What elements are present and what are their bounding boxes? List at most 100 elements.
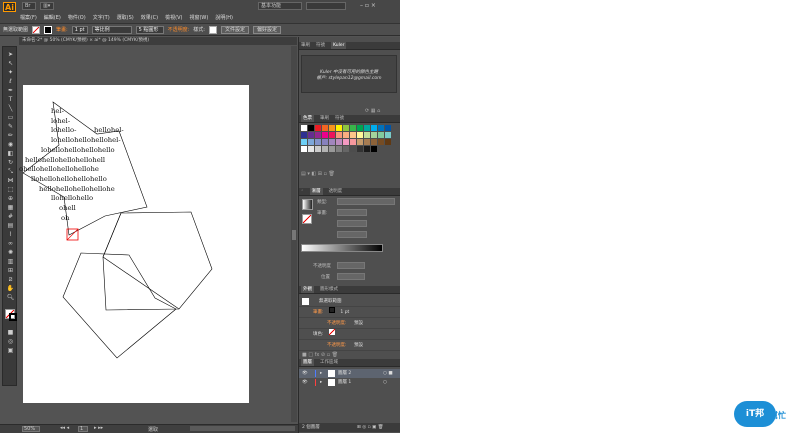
color-swatch[interactable]	[343, 146, 349, 152]
shape-builder-tool-icon[interactable]: ⊕	[5, 195, 16, 202]
color-swatch[interactable]	[364, 132, 370, 138]
page-nav-first[interactable]: ◂◂ ◂	[60, 425, 69, 431]
workspace-switcher[interactable]: 基本功能	[258, 2, 302, 10]
rotate-tool-icon[interactable]: ↻	[5, 159, 16, 166]
color-swatch[interactable]	[308, 125, 314, 131]
color-swatch[interactable]	[329, 132, 335, 138]
gradient-tool-icon[interactable]: ▤	[5, 222, 16, 229]
color-swatch[interactable]	[343, 139, 349, 145]
gradient-location-field[interactable]	[337, 273, 365, 280]
hand-tool-icon[interactable]: ✋	[5, 285, 16, 292]
color-swatch[interactable]	[329, 139, 335, 145]
color-swatch[interactable]	[364, 146, 370, 152]
color-swatch[interactable]	[315, 146, 321, 152]
appearance-row-stroke-opacity[interactable]: 不透明度: 預設	[299, 318, 400, 329]
expand-arrow-icon[interactable]: ▸	[320, 369, 322, 378]
mesh-tool-icon[interactable]: #	[5, 213, 16, 220]
rectangle-tool-icon[interactable]: ▭	[5, 114, 16, 121]
gradient-fill-swatch[interactable]	[302, 214, 312, 224]
layer-row[interactable]: 👁︎ ▸ 圖層 1 ○	[299, 378, 400, 387]
brush-dropdown[interactable]: 5 點圓形	[135, 25, 164, 34]
pencil-tool-icon[interactable]: ✏	[5, 132, 16, 139]
color-swatch[interactable]	[357, 146, 363, 152]
vertical-scroll-thumb[interactable]	[292, 230, 296, 240]
gradient-stroke-buttons[interactable]	[337, 209, 367, 216]
color-swatch[interactable]	[308, 139, 314, 145]
menu-file[interactable]: 檔案(F)	[20, 14, 37, 22]
stroke-label[interactable]: 筆畫:	[56, 26, 68, 33]
color-swatch[interactable]	[357, 125, 363, 131]
fill-swatch-icon[interactable]	[328, 329, 335, 335]
color-swatch[interactable]	[329, 125, 335, 131]
gradient-opacity-field[interactable]	[337, 262, 365, 269]
arrange-button[interactable]: ▥▾	[40, 2, 54, 10]
eye-icon[interactable]: 👁︎	[299, 371, 308, 376]
perspective-grid-tool-icon[interactable]: ▦	[5, 204, 16, 211]
color-swatch[interactable]	[350, 139, 356, 145]
appearance-footer-icons[interactable]: ■ □ fx ⊘ ▫ 🗑︎	[302, 352, 338, 358]
tab-transparency[interactable]: 透明度	[329, 188, 343, 195]
gradient-angle-field[interactable]	[337, 220, 367, 227]
stroke-weight-field[interactable]: 1 pt	[71, 25, 88, 34]
stroke-swatch-icon[interactable]	[328, 307, 335, 313]
stroke-profile-dropdown[interactable]: 等比例	[91, 25, 132, 34]
tab-swatches[interactable]: 色票	[301, 115, 314, 122]
gradient-slider[interactable]	[301, 244, 383, 252]
search-input[interactable]	[306, 2, 346, 10]
color-swatch[interactable]	[315, 132, 321, 138]
paintbrush-tool-icon[interactable]: ✎	[5, 123, 16, 130]
color-swatch[interactable]	[315, 139, 321, 145]
width-tool-icon[interactable]: ⋈	[5, 177, 16, 184]
page-field[interactable]: 1	[78, 426, 88, 432]
eraser-tool-icon[interactable]: ◧	[5, 150, 16, 157]
expand-arrow-icon[interactable]: ▸	[320, 378, 322, 387]
zoom-field[interactable]: 50%	[22, 426, 40, 432]
tab-graphic-styles[interactable]: 圖形樣式	[320, 286, 338, 293]
symbol-sprayer-tool-icon[interactable]: ✺	[5, 249, 16, 256]
hexagon-lower[interactable]	[62, 252, 177, 359]
scale-tool-icon[interactable]: ⤡	[5, 168, 16, 175]
tab-symbols-2[interactable]: 符號	[335, 115, 344, 122]
window-controls[interactable]: – ▫ ×	[360, 2, 376, 9]
layers-footer-icons[interactable]: ⊞ ◎ ▫ ▣ 🗑︎	[357, 423, 383, 432]
slice-tool-icon[interactable]: ⧄	[5, 276, 16, 283]
menu-type[interactable]: 文字(T)	[93, 14, 110, 22]
color-swatch[interactable]	[343, 132, 349, 138]
color-swatch[interactable]	[371, 146, 377, 152]
artboard-tool-icon[interactable]: ⊞	[5, 267, 16, 274]
hexagon-upper[interactable]	[102, 211, 213, 311]
color-swatch[interactable]	[301, 139, 307, 145]
area-type-text[interactable]: hel- lohel- lohello- hellohel- lohellohe…	[19, 107, 149, 223]
color-swatch[interactable]	[371, 132, 377, 138]
layer-name[interactable]: 圖層 1	[338, 378, 351, 387]
color-swatch[interactable]	[329, 146, 335, 152]
gradient-type-dropdown[interactable]	[337, 198, 395, 205]
color-swatch[interactable]	[301, 132, 307, 138]
menu-window[interactable]: 視窗(W)	[189, 14, 208, 22]
color-swatch[interactable]	[322, 132, 328, 138]
color-swatch[interactable]	[350, 146, 356, 152]
swatches-footer-icons[interactable]: ▤ ▾ ◧ ⊞ ▫ 🗑︎	[301, 171, 335, 177]
magic-wand-tool-icon[interactable]: ✦	[5, 69, 16, 76]
type-tool-icon[interactable]: T	[5, 96, 16, 103]
color-swatch[interactable]	[308, 146, 314, 152]
horizontal-scrollbar[interactable]	[190, 426, 295, 431]
color-swatch[interactable]	[378, 132, 384, 138]
color-swatch[interactable]	[322, 125, 328, 131]
color-swatch[interactable]	[343, 125, 349, 131]
column-graph-tool-icon[interactable]: ▥	[5, 258, 16, 265]
style-swatch[interactable]	[208, 25, 217, 34]
color-swatch[interactable]	[385, 139, 391, 145]
color-swatch[interactable]	[357, 139, 363, 145]
blob-brush-tool-icon[interactable]: ◉	[5, 141, 16, 148]
document-setup-button[interactable]: 文件設定	[220, 25, 249, 34]
appearance-row-stroke[interactable]: 筆畫: 1 pt	[299, 307, 400, 318]
gradient-thumbnail[interactable]	[302, 199, 313, 210]
color-mode-icon[interactable]: ■	[5, 329, 16, 336]
fill-swatch[interactable]	[32, 25, 41, 34]
direct-selection-tool-icon[interactable]: ↖	[5, 60, 16, 67]
tab-appearance[interactable]: 外觀	[301, 286, 314, 293]
color-swatch[interactable]	[336, 139, 342, 145]
color-swatch[interactable]	[371, 139, 377, 145]
page-nav-next[interactable]: ▸ ▸▸	[94, 425, 103, 431]
